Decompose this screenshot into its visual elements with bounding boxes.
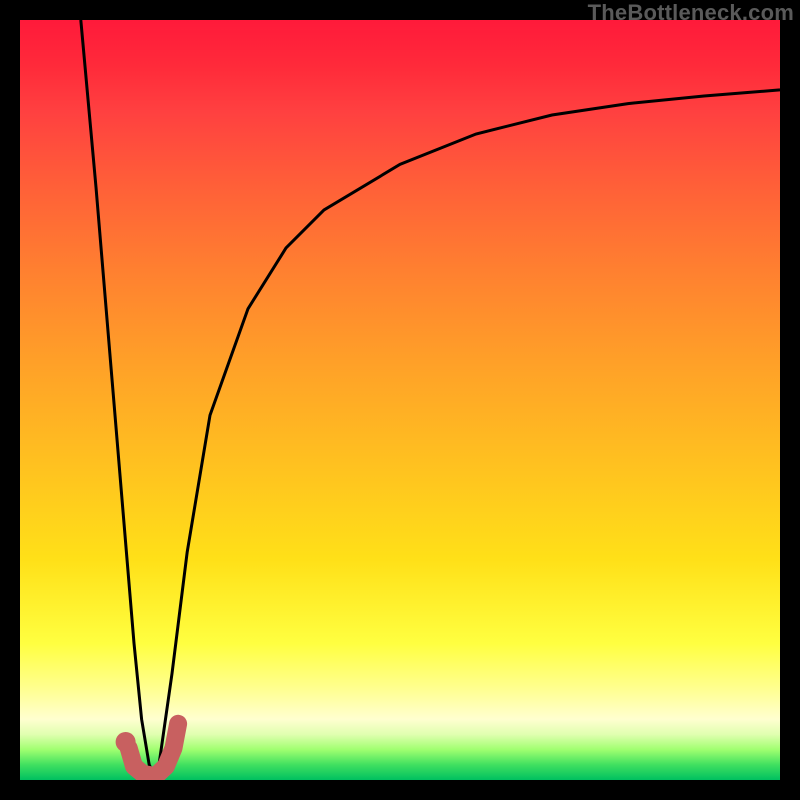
optimum-dot: [116, 732, 136, 752]
bottleneck-curve-right: [157, 90, 780, 780]
outer-frame: TheBottleneck.com: [0, 0, 800, 800]
optimum-hook: [129, 724, 178, 776]
curve-layer: [20, 20, 780, 780]
plot-area: [20, 20, 780, 780]
bottleneck-curve-left: [81, 20, 157, 780]
